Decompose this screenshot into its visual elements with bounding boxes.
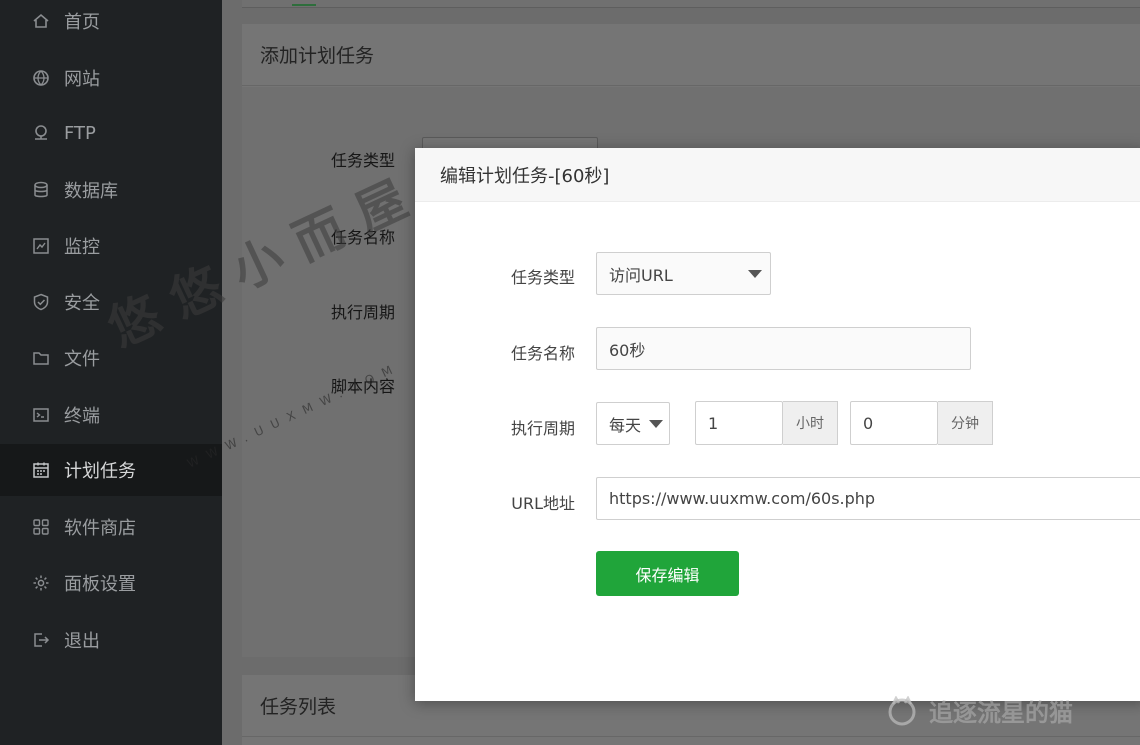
shield-icon (32, 293, 50, 311)
sidebar-item-settings[interactable]: 面板设置 (0, 557, 222, 609)
url-value: https://www.uuxmw.com/60s.php (609, 489, 876, 508)
sidebar-item-database[interactable]: 数据库 (0, 164, 222, 216)
sidebar-item-website[interactable]: 网站 (0, 52, 222, 104)
sidebar-item-files[interactable]: 文件 (0, 332, 222, 384)
task-type-select[interactable]: 访问URL (596, 252, 771, 295)
sidebar-item-label: 数据库 (64, 181, 118, 202)
logout-icon (32, 631, 50, 649)
hour-unit: 小时 (783, 401, 838, 445)
globe-icon (32, 69, 50, 87)
sidebar-item-label: 退出 (64, 631, 100, 652)
chevron-down-icon (748, 270, 762, 278)
sidebar-item-logout[interactable]: 退出 (0, 614, 222, 666)
sidebar-item-label: 终端 (64, 406, 100, 427)
database-icon (32, 181, 50, 199)
sidebar-item-label: 面板设置 (64, 574, 136, 595)
calendar-icon (32, 461, 50, 479)
cycle-value: 每天 (609, 415, 642, 435)
sidebar-item-label: 文件 (64, 349, 100, 370)
sidebar-item-store[interactable]: 软件商店 (0, 501, 222, 553)
terminal-icon (32, 406, 50, 424)
home-icon (32, 12, 50, 30)
hour-input[interactable]: 1 (695, 401, 783, 445)
minute-unit: 分钟 (938, 401, 993, 445)
folder-icon (32, 349, 50, 367)
ftp-icon (32, 124, 50, 142)
task-name-input[interactable]: 60秒 (596, 327, 971, 370)
sidebar-item-cron[interactable]: 计划任务 (0, 444, 222, 496)
hour-value: 1 (708, 413, 719, 433)
sidebar-item-label: 首页 (64, 12, 100, 33)
dialog-title: 编辑计划任务-[60秒] (415, 148, 1140, 202)
task-type-label: 任务类型 (510, 268, 575, 287)
corner-watermark: 追逐流星的猫 (885, 693, 1073, 728)
sidebar: 首页 网站 FTP 数据库 监控 安全 文件 终端 计划任务 软件商店 面板设置 (0, 0, 222, 745)
sidebar-item-ftp[interactable]: FTP (0, 107, 222, 159)
url-label: URL地址 (511, 494, 575, 513)
save-edit-button[interactable]: 保存编辑 (596, 551, 739, 596)
top-tab-strip (242, 0, 1140, 8)
gear-icon (32, 574, 50, 592)
cat-logo-icon (888, 695, 916, 725)
task-type-value: 访问URL (609, 265, 673, 285)
sidebar-item-label: 监控 (64, 237, 100, 258)
edit-task-dialog: 编辑计划任务-[60秒] 任务类型 访问URL 任务名称 60秒 执行周期 每天… (415, 148, 1140, 701)
sidebar-item-label: 计划任务 (64, 461, 136, 482)
monitor-icon (32, 237, 50, 255)
sidebar-item-label: 安全 (64, 293, 100, 314)
url-input[interactable]: https://www.uuxmw.com/60s.php (596, 477, 1140, 520)
corner-watermark-text: 追逐流星的猫 (929, 699, 1073, 727)
cycle-select[interactable]: 每天 (596, 402, 670, 445)
sidebar-item-terminal[interactable]: 终端 (0, 389, 222, 441)
grid-icon (32, 518, 50, 536)
minute-value: 0 (863, 413, 874, 433)
add-task-panel-title: 添加计划任务 (242, 24, 1140, 86)
bg-cycle-label: 执行周期 (331, 303, 396, 322)
minute-input[interactable]: 0 (850, 401, 938, 445)
sidebar-item-label: 软件商店 (64, 518, 136, 539)
task-name-label: 任务名称 (510, 344, 575, 363)
sidebar-item-home[interactable]: 首页 (0, 0, 222, 47)
task-name-value: 60秒 (609, 340, 646, 360)
cycle-label: 执行周期 (510, 419, 575, 438)
sidebar-item-label: FTP (64, 122, 96, 144)
active-tab-indicator (292, 0, 316, 6)
sidebar-item-label: 网站 (64, 69, 100, 90)
chevron-down-icon (649, 420, 663, 428)
